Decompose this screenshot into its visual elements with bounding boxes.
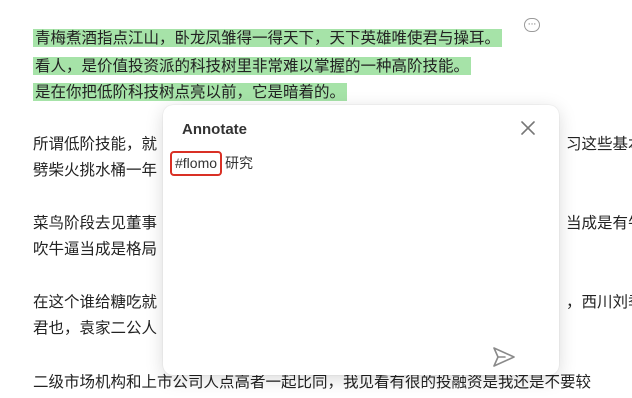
paragraph-line: 菜鸟阶段去见董事 [33,214,158,232]
highlight-text: 是在你把低阶科技树点亮以前，它是暗着的。 [33,83,348,101]
ellipsis-comment-icon[interactable]: ··· [524,18,540,32]
paragraph-line-tail: ，西川刘季 [566,293,632,311]
highlighted-line-3[interactable]: 是在你把低阶科技树点亮以前，它是暗着的。 [33,81,348,103]
paragraph-line: 劈柴火挑水桶一年 [33,161,158,179]
send-icon[interactable] [491,345,517,369]
highlighted-line-2[interactable]: 看人，是价值投资派的科技树里非常难以掌握的一种高阶技能。 [33,55,472,77]
paragraph-line-tail: 当成是有牛 [566,214,632,232]
tag-flomo[interactable]: #flomo [170,151,223,176]
paragraph-line: 君也，袁家二公人 [33,319,158,337]
paragraph-line: 所谓低阶技能，就 [33,135,158,153]
highlight-text: 青梅煮酒指点江山，卧龙凤雏得一得天下，天下英雄唯使君与操耳。 [33,29,503,47]
paragraph-line: 吹牛逼当成是格局 [33,240,158,258]
paragraph-line-tail: 习这些基本 [566,135,632,153]
close-icon[interactable] [519,119,537,137]
note-text: 研究 [225,155,254,171]
highlight-text: 看人，是价值投资派的科技树里非常难以掌握的一种高阶技能。 [33,57,472,75]
paragraph-line: 在这个谁给糖吃就 [33,293,158,311]
highlighted-line-1[interactable]: 青梅煮酒指点江山，卧龙凤雏得一得天下，天下英雄唯使君与操耳。 [33,27,503,49]
annotation-input[interactable]: #flomo 研究 [170,151,540,331]
popup-title: Annotate [182,121,247,138]
annotate-popup: Annotate #flomo 研究 [163,105,559,375]
